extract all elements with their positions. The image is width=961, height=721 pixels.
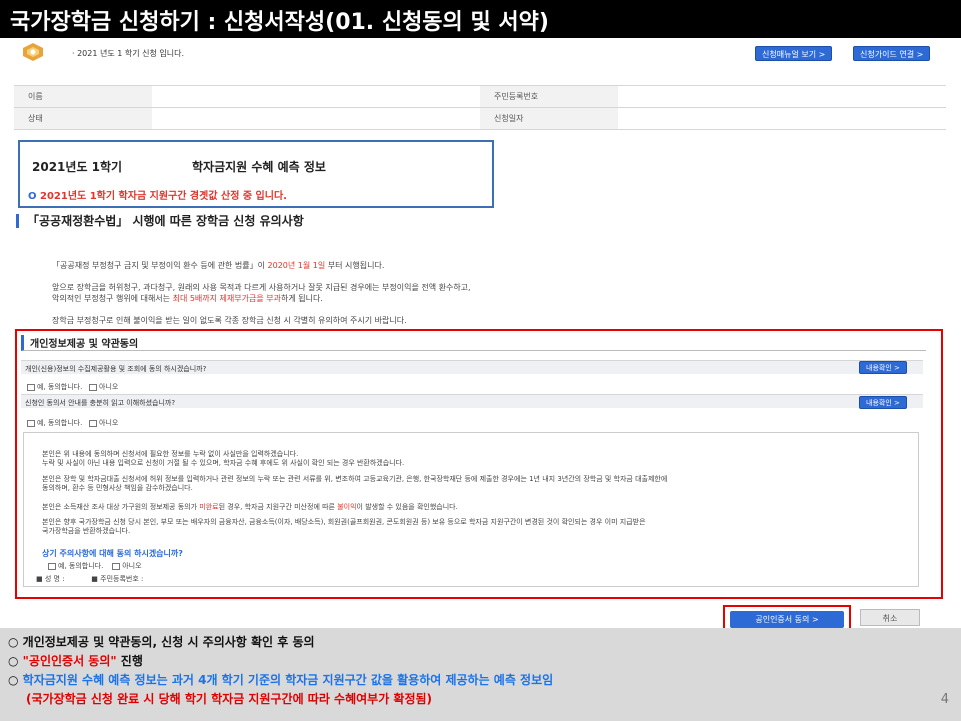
logo-icon: [23, 43, 43, 61]
top-info-bar: · 2021 년도 1 학기 신청 입니다. 신청매뉴얼 보기 > 신청가이드 …: [14, 40, 946, 70]
name-value: [152, 85, 480, 108]
cancel-button[interactable]: 취소: [860, 609, 920, 626]
rrn-label: 주민등록번호: [479, 85, 619, 108]
consent-q2-options: 예, 동의합니다. 아니오: [27, 418, 118, 428]
disagree-label-2: 아니오: [99, 419, 119, 427]
final-options: 예, 동의합니다. 아니오: [48, 561, 142, 571]
term-3: 본인은 소득재산 조사 대상 가구원의 정보제공 동의가 미완료된 경우, 학자…: [42, 503, 902, 512]
final-disagree-checkbox[interactable]: [112, 562, 121, 570]
notice-p1-date: 2020년 1월 1일: [267, 261, 326, 270]
instruction-line-3: ○ 학자금지원 수혜 예측 정보는 과거 4개 학기 기준의 학자금 지원구간 …: [8, 671, 553, 688]
signature-rrn-label: 주민등록번호 :: [100, 575, 144, 583]
consent-q1-options: 예, 동의합니다. 아니오: [27, 382, 118, 392]
notice-paragraph-4: 장학금 부정청구로 인해 불이익을 받는 일이 없도록 각종 장학금 신청 시 …: [52, 316, 407, 325]
consent-q1-text: 개인(신용)정보의 수집제공활용 및 조회에 동의 하시겠습니까?: [25, 365, 207, 373]
notice-paragraph-3: 악의적인 부정청구 행위에 대해서는 최대 5배까지 제재부가금을 부과하게 됩…: [52, 293, 323, 304]
consent-question-1: 개인(신용)정보의 수집제공활용 및 조회에 동의 하시겠습니까?: [21, 360, 923, 374]
instruction-2-highlight: "공인인증서 동의": [22, 654, 117, 668]
notice-p3c: 하게 됩니다.: [280, 294, 323, 303]
term-4: 본인은 향후 국가장학금 신청 당시 본인, 부모 또는 배우자의 금융자산, …: [42, 518, 902, 536]
status-label: 상태: [14, 107, 153, 130]
final-agree-label: 예, 동의합니다.: [58, 562, 104, 570]
consent-section: 개인정보제공 및 약관동의 개인(신용)정보의 수집제공활용 및 조회에 동의 …: [15, 329, 943, 599]
disagree-checkbox-2[interactable]: [89, 419, 98, 427]
notice-paragraph-2: 앞으로 장학금을 허위청구, 과다청구, 원래의 사용 목적과 다르게 사용하거…: [52, 283, 471, 292]
cert-agree-button[interactable]: 공인인증서 동의 >: [730, 611, 844, 628]
instruction-3-bullet: ○: [8, 673, 23, 687]
prediction-note-text: 2021년도 1학기 학자금 지원구간 경곗값 산정 중 입니다.: [40, 191, 287, 202]
terms-panel: 본인은 위 내용에 동의하며 신청서에 필요한 정보를 누락 없이 사실만을 입…: [23, 432, 919, 587]
term-1a: 본인은 위 내용에 동의하며 신청서에 필요한 정보를 누락 없이 사실만을 입…: [42, 450, 299, 458]
notice-p1a: 「공공재정 부정청구 금지 및 부정이익 환수 등에 관한 법률」이: [52, 261, 268, 270]
date-value: [618, 107, 946, 130]
notice-p3-penalty: 최대 5배까지 제재부가금을 부과: [172, 294, 281, 303]
view-content-button-2[interactable]: 내용확인 >: [859, 396, 907, 409]
consent-question-2: 신청인 동의서 안내를 충분히 읽고 이해하셨습니까?: [21, 394, 923, 408]
term-3c: 된 경우, 학자금 지원구간 미산정에 따른: [218, 503, 338, 511]
name-label: 이름: [14, 85, 153, 108]
square-bullet-icon: ■: [36, 575, 43, 583]
notice-p3a: 악의적인 부정청구 행위에 대해서는: [52, 294, 173, 303]
term-1: 본인은 위 내용에 동의하며 신청서에 필요한 정보를 누락 없이 사실만을 입…: [42, 450, 902, 468]
term-4b: 국가장학금을 반환하겠습니다.: [42, 527, 131, 535]
status-value: [152, 107, 480, 130]
page-number: 4: [940, 692, 949, 707]
square-bullet-icon: ■: [91, 575, 98, 583]
slide-title: 국가장학금 신청하기 : 신청서작성(01. 신청동의 및 서약): [0, 0, 961, 38]
term-2: 본인은 장학 및 학자금대출 신청서에 허위 정보를 입력하거나 관련 정보의 …: [42, 475, 902, 493]
prediction-box: 2021년도 1학기 학자금지원 수혜 예측 정보 O 2021년도 1학기 학…: [18, 140, 494, 208]
applicant-info-table: 이름 주민등록번호 상태 신청일자: [14, 85, 946, 130]
term-3-incomplete: 미완료: [199, 503, 219, 511]
instruction-line-4: (국가장학금 신청 완료 시 당해 학기 학자금 지원구간에 따라 수혜여부가 …: [26, 692, 433, 706]
term-3a: 본인은 소득재산 조사 대상 가구원의 정보제공 동의가: [42, 503, 200, 511]
disagree-checkbox-1[interactable]: [89, 383, 98, 391]
term-4a: 본인은 향후 국가장학금 신청 당시 본인, 부모 또는 배우자의 금융자산, …: [42, 518, 646, 526]
instruction-line-2: ○ "공인인증서 동의" 진행: [8, 652, 143, 669]
instruction-2-bullet: ○: [8, 654, 23, 668]
term-1b: 누락 및 사실이 아닌 내용 입력으로 신청이 거절 될 수 있으며, 학자금 …: [42, 459, 405, 467]
date-label: 신청일자: [479, 107, 619, 130]
instruction-3-text: 학자금지원 수혜 예측 정보는 과거 4개 학기 기준의 학자금 지원구간 값을…: [22, 673, 554, 687]
disagree-label-1: 아니오: [99, 383, 119, 391]
term-3-disadvantage: 불이익: [337, 503, 357, 511]
rrn-value: [618, 85, 946, 108]
signature-name-label: 성 명 :: [44, 575, 65, 583]
term-2b: 동의하며, 환수 등 민형사상 책임을 감수하겠습니다.: [42, 484, 193, 492]
instruction-panel: ○ 개인정보제공 및 약관동의, 신청 시 주의사항 확인 후 동의 ○ "공인…: [0, 628, 961, 721]
notice-heading: 「공공재정환수법」 시행에 따른 장학금 신청 유의사항: [16, 214, 304, 228]
agree-checkbox-1[interactable]: [27, 383, 35, 391]
guide-button[interactable]: 신청가이드 연결 >: [853, 46, 931, 61]
consent-heading: 개인정보제공 및 약관동의: [21, 335, 926, 351]
instruction-line-1: ○ 개인정보제공 및 약관동의, 신청 시 주의사항 확인 후 동의: [8, 635, 315, 649]
consent-q2-text: 신청인 동의서 안내를 충분히 읽고 이해하셨습니까?: [25, 399, 176, 407]
agree-label-2: 예, 동의합니다.: [37, 419, 83, 427]
prediction-note: O 2021년도 1학기 학자금 지원구간 경곗값 산정 중 입니다.: [28, 187, 287, 202]
manual-button[interactable]: 신청매뉴얼 보기 >: [755, 46, 833, 61]
agree-checkbox-2[interactable]: [27, 419, 35, 427]
view-content-button-1[interactable]: 내용확인 >: [859, 361, 907, 374]
final-agree-checkbox[interactable]: [48, 562, 56, 570]
notice-paragraph-1: 「공공재정 부정청구 금지 및 부정이익 환수 등에 관한 법률」이 2020년…: [52, 260, 384, 271]
prediction-title: 학자금지원 수혜 예측 정보: [192, 160, 326, 174]
term-3e: 이 발생할 수 있음을 확인했습니다.: [356, 503, 458, 511]
final-disagree-label: 아니오: [122, 562, 142, 570]
instruction-2-suffix: 진행: [116, 654, 143, 668]
prediction-semester: 2021년도 1학기: [32, 160, 123, 174]
signature-row: ■ 성 명 : ■ 주민등록번호 :: [36, 574, 143, 584]
notice-p1c: 부터 시행됩니다.: [325, 261, 385, 270]
final-question: 상기 주의사항에 대해 동의 하시겠습니까?: [42, 549, 183, 558]
bullet-icon: O: [28, 191, 37, 202]
term-2a: 본인은 장학 및 학자금대출 신청서에 허위 정보를 입력하거나 관련 정보의 …: [42, 475, 668, 483]
agree-label-1: 예, 동의합니다.: [37, 383, 83, 391]
semester-text: · 2021 년도 1 학기 신청 입니다.: [72, 49, 185, 58]
